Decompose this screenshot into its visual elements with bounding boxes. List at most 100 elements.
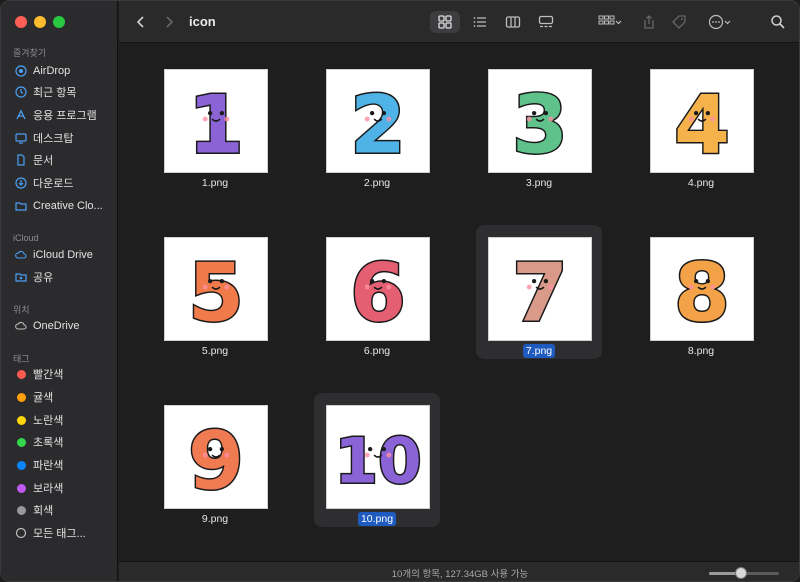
sidebar-item-label: 파란색: [33, 460, 64, 472]
airdrop-icon: [15, 65, 27, 77]
file-name: 3.png: [525, 177, 553, 189]
sidebar-item-downloads[interactable]: 다운로드: [15, 173, 115, 193]
tag-button[interactable]: [670, 11, 688, 33]
group-button[interactable]: [593, 11, 627, 33]
sidebar-tag-yellow[interactable]: 노란색: [15, 410, 115, 430]
sidebar-header-icloud: iCloud: [13, 233, 39, 243]
sidebar-item-desktop[interactable]: 데스크탑: [15, 128, 115, 148]
sidebar-all-tags[interactable]: 모든 태그...: [15, 523, 115, 543]
file-thumbnail: 6: [326, 237, 430, 341]
sidebar-tag-purple[interactable]: 보라색: [15, 478, 115, 498]
file-item[interactable]: 8 8.png: [638, 225, 764, 359]
sidebar-item-label: 노란색: [33, 415, 64, 427]
sidebar-item-label: 모든 태그...: [33, 528, 86, 540]
file-name: 9.png: [201, 513, 229, 525]
sidebar-tag-blue[interactable]: 파란색: [15, 455, 115, 475]
sidebar-item-label: 데스크탑: [33, 133, 74, 145]
file-thumbnail: 7: [488, 237, 592, 341]
status-bar: 10개의 항목, 127.34GB 사용 가능: [119, 561, 799, 581]
window-title: icon: [189, 14, 216, 29]
file-item[interactable]: 9 9.png: [152, 393, 278, 527]
file-name: 2.png: [363, 177, 391, 189]
number-character-icon: 9: [187, 412, 246, 509]
svg-text:8: 8: [674, 245, 730, 339]
sidebar-item-creative-cloud[interactable]: Creative Clo...: [15, 196, 115, 216]
slider-knob[interactable]: [734, 567, 747, 579]
chevron-right-icon: [166, 16, 174, 28]
icon-size-slider[interactable]: [709, 567, 779, 579]
sidebar-tag-orange[interactable]: 귤색: [15, 387, 115, 407]
svg-text:10: 10: [334, 425, 421, 498]
search-button[interactable]: [769, 11, 787, 33]
svg-text:9: 9: [188, 413, 244, 507]
tag-dot-icon: [17, 437, 26, 447]
file-thumbnail: 9: [164, 405, 268, 509]
sidebar-item-applications[interactable]: 응용 프로그램: [15, 105, 115, 125]
file-item[interactable]: 5 5.png: [152, 225, 278, 359]
sidebar-item-label: 보라색: [33, 483, 64, 495]
sidebar-item-label: 귤색: [33, 392, 54, 404]
file-item[interactable]: 7 7.png: [476, 225, 602, 359]
sidebar-tag-green[interactable]: 초록색: [15, 432, 115, 452]
number-character-icon: 10: [333, 423, 423, 499]
file-grid: 1 1.png 2 2.png 3 3.png 4 4.png 5 5.png 6 6.png 7 7.p…: [119, 44, 799, 561]
file-name: 10.png: [357, 512, 397, 526]
file-name-label: 7.png: [476, 344, 602, 358]
sidebar-item-documents[interactable]: 문서: [15, 150, 115, 170]
more-actions-button[interactable]: [705, 11, 735, 33]
forward-button[interactable]: [161, 11, 177, 33]
file-item[interactable]: 4 4.png: [638, 57, 764, 191]
sidebar-item-shared[interactable]: 공유: [15, 267, 115, 287]
column-view-button[interactable]: [502, 11, 524, 33]
svg-text:3: 3: [512, 77, 568, 171]
share-icon: [644, 15, 654, 29]
svg-text:1: 1: [188, 77, 244, 171]
columns-icon: [505, 16, 521, 28]
share-button[interactable]: [640, 11, 658, 33]
file-item[interactable]: 1 1.png: [152, 57, 278, 191]
sidebar-item-label: OneDrive: [33, 320, 80, 332]
file-thumbnail: 10: [326, 405, 430, 509]
sidebar-tag-red[interactable]: 빨간색: [15, 364, 115, 384]
download-icon: [15, 177, 27, 189]
back-button[interactable]: [133, 11, 149, 33]
number-character-icon: 2: [349, 76, 408, 173]
close-button[interactable]: [15, 16, 27, 28]
file-item[interactable]: 3 3.png: [476, 57, 602, 191]
svg-text:4: 4: [674, 77, 730, 171]
document-icon: [15, 154, 27, 166]
file-name: 1.png: [201, 177, 229, 189]
sidebar-item-label: 초록색: [33, 437, 64, 449]
tag-dot-icon: [17, 392, 26, 402]
tag-icon: [672, 15, 686, 29]
finder-window: 즐겨찾기 AirDrop 최근 항목 응용 프로그램 데스크탑 문서 다운로드 …: [0, 0, 800, 582]
window-controls: [15, 16, 65, 28]
number-character-icon: 5: [187, 244, 246, 341]
sidebar-item-recents[interactable]: 최근 항목: [15, 82, 115, 102]
file-item[interactable]: 10 10.png: [314, 393, 440, 527]
sidebar-item-airdrop[interactable]: AirDrop: [15, 61, 115, 81]
file-item[interactable]: 6 6.png: [314, 225, 440, 359]
desktop-icon: [15, 132, 27, 144]
sidebar-item-icloud-drive[interactable]: iCloud Drive: [15, 245, 115, 265]
ellipsis-circle-icon: [708, 14, 731, 30]
number-character-icon: 4: [673, 76, 732, 173]
cloud-icon: [15, 320, 27, 332]
icon-view-button[interactable]: [430, 11, 460, 33]
zoom-button[interactable]: [53, 16, 65, 28]
file-name-label: 8.png: [638, 345, 764, 357]
sidebar-item-onedrive[interactable]: OneDrive: [15, 316, 115, 336]
file-item[interactable]: 2 2.png: [314, 57, 440, 191]
sidebar-tag-gray[interactable]: 회색: [15, 500, 115, 520]
sidebar-item-label: Creative Clo...: [33, 200, 103, 212]
file-thumbnail: 4: [650, 69, 754, 173]
sidebar-item-label: 공유: [33, 272, 54, 284]
gallery-view-button[interactable]: [535, 11, 557, 33]
number-character-icon: 8: [673, 244, 732, 341]
file-name-label: 6.png: [314, 345, 440, 357]
tag-dot-icon: [17, 369, 26, 379]
minimize-button[interactable]: [34, 16, 46, 28]
list-view-button[interactable]: [469, 11, 491, 33]
file-name: 5.png: [201, 345, 229, 357]
file-thumbnail: 2: [326, 69, 430, 173]
